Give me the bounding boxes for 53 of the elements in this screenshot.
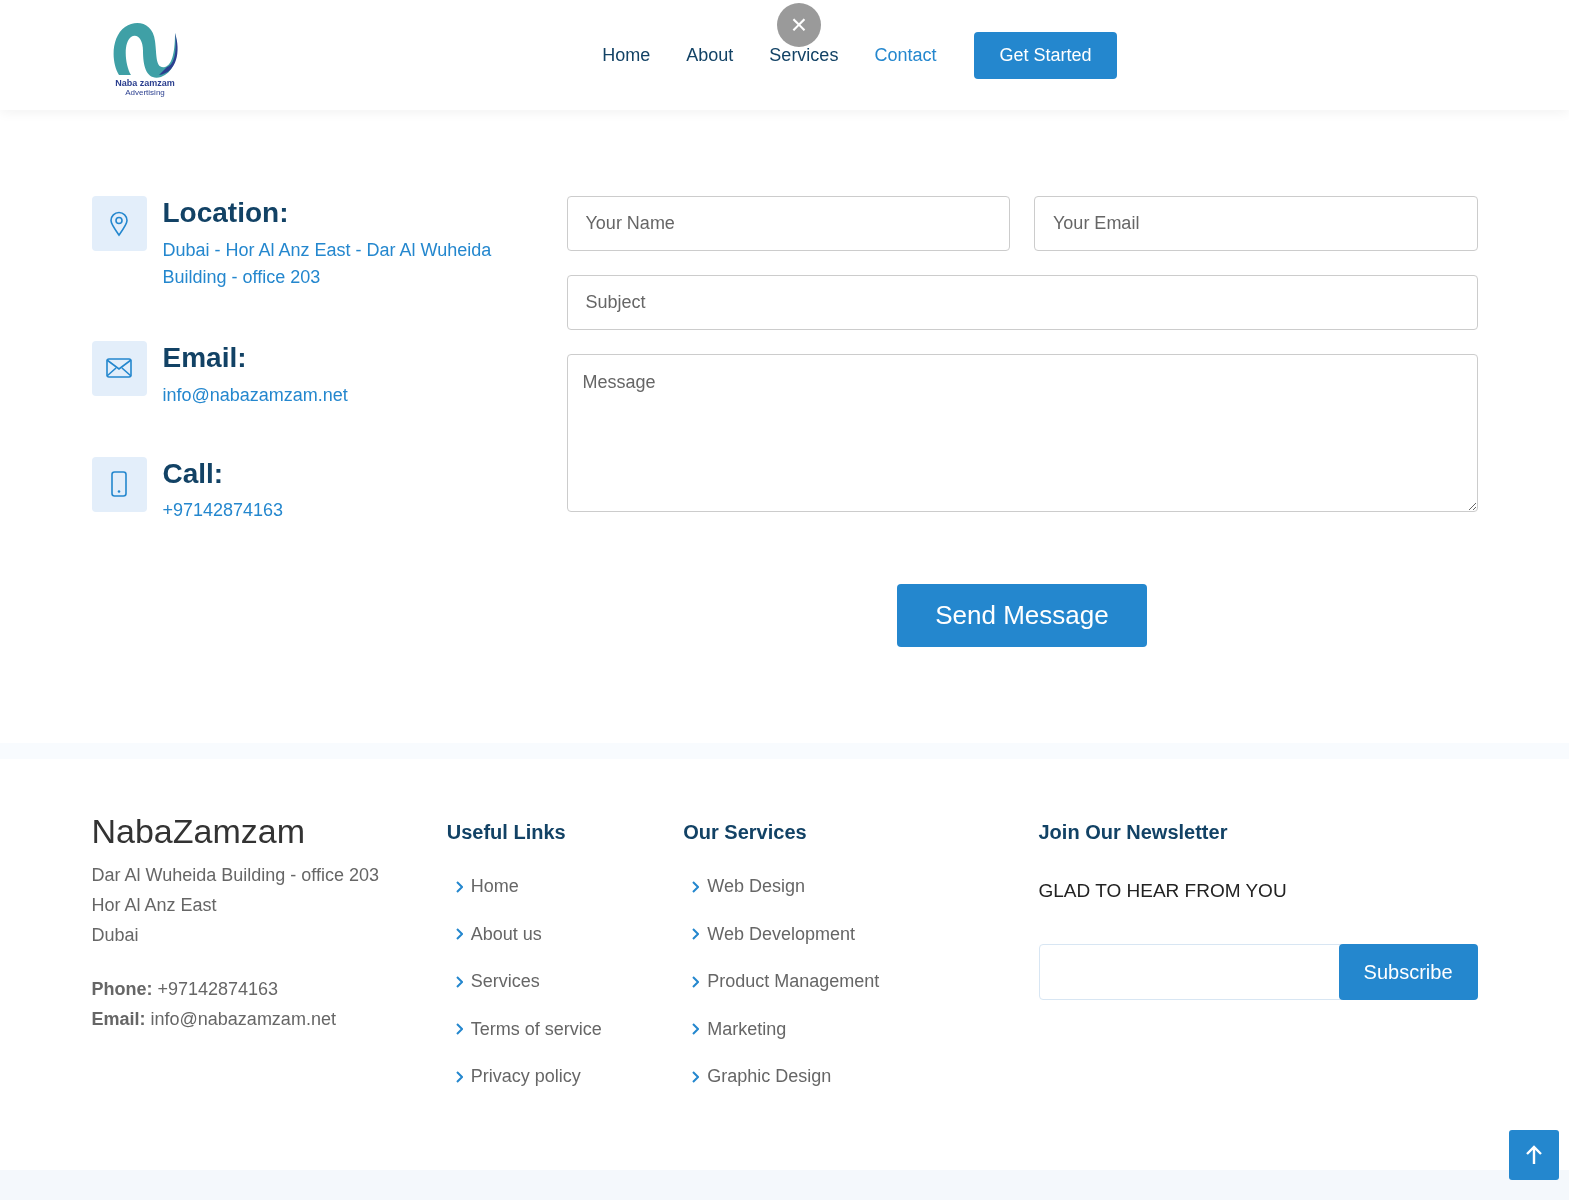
logo-tagline: Advertising	[125, 87, 165, 98]
nav-link[interactable]: About	[668, 41, 752, 69]
info-value: Dubai - Hor Al Anz East - Dar Al Wuheida Building - office 203	[162, 238, 493, 289]
footer-link[interactable]: Home	[446, 863, 684, 911]
footer-link[interactable]: Web Design	[683, 863, 1039, 911]
footer-link[interactable]: Web Development	[683, 910, 1039, 958]
arrow-up-icon	[1525, 1145, 1543, 1165]
chevron-icon	[454, 1070, 463, 1083]
phone-icon	[111, 471, 127, 498]
nav-link[interactable]: Home	[584, 41, 669, 69]
address-line: Dubai	[91, 923, 140, 947]
newsletter-field[interactable]	[1038, 943, 1343, 1000]
footer-link[interactable]: Product Management	[683, 958, 1039, 1006]
location-pin-icon	[108, 210, 130, 237]
chevron-icon	[691, 975, 700, 988]
chevron-icon	[691, 1023, 700, 1036]
address-line: Dar Al Wuheida Building - office 203	[91, 863, 380, 887]
chevron-icon	[691, 1070, 700, 1083]
name-field[interactable]: Your Name	[566, 196, 1010, 251]
chevron-icon	[454, 975, 463, 988]
email-field[interactable]: Your Email	[1034, 196, 1478, 251]
footer-link[interactable]: About us	[446, 910, 684, 958]
logo-text: Naba zamzam	[115, 78, 175, 88]
envelope-icon	[106, 358, 132, 379]
footer-link[interactable]: Privacy policy	[446, 1053, 684, 1101]
info-title: Location:	[162, 198, 290, 229]
get-started-button[interactable]: Get Started	[974, 31, 1117, 79]
footer-heading: Useful Links	[446, 820, 567, 845]
footer-brand: NabaZamzam	[91, 811, 306, 852]
message-field[interactable]: Message	[566, 354, 1478, 512]
email-line: Email: info@nabazamzam.net	[91, 1007, 337, 1031]
newsletter-text: GLAD TO HEAR FROM YOU	[1038, 879, 1288, 903]
info-value: +97142874163	[162, 499, 284, 523]
chevron-icon	[691, 880, 700, 893]
address-line: Hor Al Anz East	[91, 893, 218, 917]
footer-heading: Our Services	[683, 820, 808, 845]
info-value: info@nabazamzam.net	[162, 383, 348, 407]
back-to-top-button[interactable]	[1509, 1130, 1559, 1180]
subject-field[interactable]: Subject	[566, 275, 1478, 330]
chevron-icon	[454, 928, 463, 941]
footer-link[interactable]: Terms of service	[446, 1005, 684, 1053]
footer-link[interactable]: Graphic Design	[683, 1053, 1039, 1101]
send-message-button[interactable]: Send Message	[897, 584, 1147, 647]
chevron-icon	[691, 928, 700, 941]
chevron-icon	[454, 1023, 463, 1036]
info-title: Email:	[162, 342, 248, 374]
info-title: Call:	[162, 458, 225, 490]
chevron-icon	[454, 880, 463, 893]
nav-link[interactable]: Contact	[856, 41, 955, 69]
footer-link[interactable]: Services	[446, 958, 684, 1006]
phone-line: Phone: +97142874163	[91, 977, 280, 1001]
footer-heading: Join Our Newsletter	[1038, 820, 1229, 845]
footer-link[interactable]: Marketing	[683, 1005, 1039, 1053]
